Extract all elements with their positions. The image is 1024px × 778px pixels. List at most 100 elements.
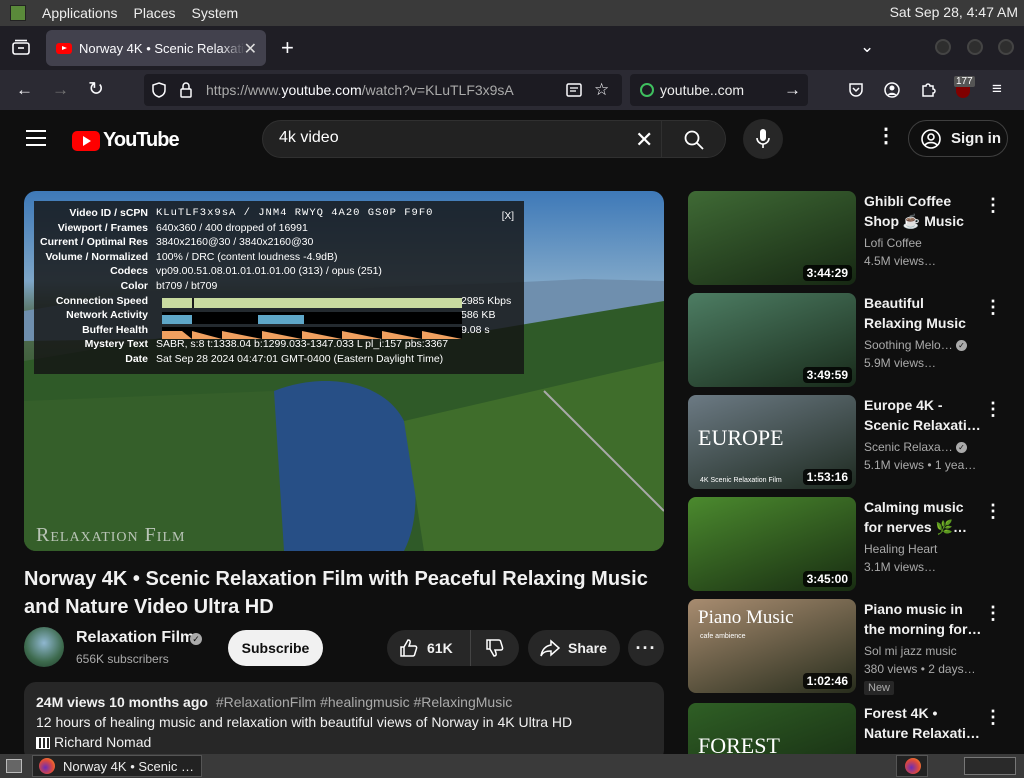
window-close-button[interactable] <box>998 39 1014 55</box>
rec-more-kebab-icon[interactable]: ⋮ <box>984 707 1002 728</box>
pocket-icon[interactable] <box>848 82 864 98</box>
rec-card[interactable]: FOREST Forest 4K • Nature Relaxati… ⋮ <box>688 703 1018 754</box>
verified-check-icon: ✓ <box>190 633 202 645</box>
stats-for-nerds-panel: Video ID / sCPN KLuTLF3x9sA / JNM4 RWYQ 4… <box>34 201 524 374</box>
rec-title[interactable]: Beautiful Relaxing Music … <box>864 293 982 335</box>
tab-close-icon[interactable]: ✕ <box>244 39 257 59</box>
stats-close-button[interactable]: [X] <box>502 211 514 222</box>
os-menu-applications[interactable]: Applications <box>42 5 118 21</box>
browser-tab-active[interactable]: Norway 4K • Scenic Relaxation Film ✕ <box>46 30 266 66</box>
description-hashtags[interactable]: #RelaxationFilm #healingmusic #RelaxingM… <box>216 694 512 710</box>
os-menu-places[interactable]: Places <box>134 5 176 21</box>
yt-search-button[interactable] <box>661 121 725 157</box>
user-circle-icon <box>921 129 941 149</box>
bookmark-star-icon[interactable]: ☆ <box>594 81 609 98</box>
like-button[interactable]: 61K <box>387 630 471 666</box>
rec-card[interactable]: EUROPE 4K Scenic Relaxation Film 1:53:16 Eu… <box>688 395 1018 489</box>
channel-name[interactable]: Relaxation Film <box>76 629 194 647</box>
tray-workspace-switcher[interactable] <box>964 757 1016 775</box>
tab-overview-icon[interactable] <box>12 39 30 55</box>
list-all-tabs-icon[interactable]: ⌄ <box>860 38 874 55</box>
yt-logo-text: YouTube <box>103 129 180 151</box>
rec-duration: 1:53:16 <box>802 469 852 485</box>
share-label: Share <box>568 640 607 656</box>
account-icon[interactable] <box>884 82 900 98</box>
rec-card[interactable]: 3:49:59Beautiful Relaxing Music …Soothin… <box>688 293 1018 387</box>
rec-thumbnail[interactable]: FOREST <box>688 703 856 754</box>
rec-thumbnail[interactable]: EUROPE 4K Scenic Relaxation Film 1:53:16 <box>688 395 856 489</box>
rec-card[interactable]: 3:45:00 Calming music for nerves 🌿… Healin… <box>688 497 1018 591</box>
rec-channel[interactable]: Sol mi jazz music <box>864 644 982 658</box>
channel-avatar[interactable] <box>24 627 64 667</box>
rec-more-kebab-icon[interactable]: ⋮ <box>984 399 1002 420</box>
back-arrow-icon[interactable]: ← <box>16 81 33 98</box>
rec-meta: 380 views • 2 days… <box>864 662 976 676</box>
yt-search-bar[interactable]: ✕ <box>262 120 726 158</box>
url-path: /watch?v=KLuTLF3x9sA <box>361 82 514 98</box>
thumbs-up-icon <box>400 639 418 657</box>
window-minimize-button[interactable] <box>935 39 951 55</box>
share-button[interactable]: Share <box>528 630 620 666</box>
video-description[interactable]: 24M views 10 months ago #RelaxationFilm … <box>24 682 664 754</box>
yt-sign-in-button[interactable]: Sign in <box>908 120 1008 157</box>
rec-title[interactable]: Forest 4K • Nature Relaxati… <box>864 703 982 745</box>
rec-thumbnail[interactable]: 3:45:00 <box>688 497 856 591</box>
rec-card[interactable]: 3:44:29 Ghibli Coffee Shop ☕ Music t… Lofi… <box>688 191 1018 285</box>
reader-view-icon[interactable] <box>566 82 582 98</box>
buffer-health-graph <box>162 327 462 339</box>
yt-logo[interactable]: YouTube <box>72 129 180 152</box>
os-launcher-icon[interactable] <box>10 5 26 21</box>
stats-row-value: bt709 / bt709 <box>156 280 218 292</box>
video-player[interactable]: Video ID / sCPN KLuTLF3x9sA / JNM4 RWYQ 4… <box>24 191 664 551</box>
rec-more-kebab-icon[interactable]: ⋮ <box>984 501 1002 522</box>
subscribe-button[interactable]: Subscribe <box>228 630 323 666</box>
stats-row-value: 640x360 / 400 dropped of 16991 <box>156 221 308 234</box>
yt-guide-menu-icon[interactable] <box>26 130 46 146</box>
shield-icon[interactable] <box>152 82 166 98</box>
stats-row: Viewport / Frames 640x360 / 400 dropped o… <box>34 222 308 236</box>
yt-settings-kebab-icon[interactable]: ⋮ <box>876 126 896 146</box>
more-actions-button[interactable]: ··· <box>628 630 664 666</box>
search-go-arrow-icon[interactable]: → <box>784 81 801 98</box>
url-text: https://www.youtube.com/watch?v=KLuTLF3x… <box>206 82 514 98</box>
rec-channel[interactable]: Healing Heart <box>864 542 982 556</box>
search-engine-icon[interactable] <box>640 83 654 97</box>
yt-search-clear-icon[interactable]: ✕ <box>635 127 653 153</box>
rec-card[interactable]: Piano Music cafe ambience 1:02:46 Piano mus… <box>688 599 1018 695</box>
reload-icon[interactable]: ↻ <box>88 80 104 99</box>
browser-tab-bar: Norway 4K • Scenic Relaxation Film ✕ + ⌄ <box>0 26 1024 70</box>
rec-meta: 3.1M views… <box>864 560 937 574</box>
rec-more-kebab-icon[interactable]: ⋮ <box>984 603 1002 624</box>
app-menu-hamburger-icon[interactable]: ≡ <box>992 80 1002 97</box>
rec-thumbnail[interactable]: Piano Music cafe ambience 1:02:46 <box>688 599 856 693</box>
rec-channel[interactable]: Lofi Coffee <box>864 236 982 250</box>
dislike-button[interactable] <box>473 630 519 666</box>
rec-more-kebab-icon[interactable]: ⋮ <box>984 297 1002 318</box>
rec-thumbnail[interactable]: 3:49:59 <box>688 293 856 387</box>
yt-search-input[interactable] <box>279 129 629 147</box>
stats-row-key: Mystery Text <box>84 338 148 351</box>
rec-title[interactable]: Calming music for nerves 🌿… <box>864 497 982 539</box>
rec-thumbnail-subtext: 4K Scenic Relaxation Film <box>700 477 782 484</box>
tray-firefox-icon[interactable] <box>896 755 928 777</box>
rec-title[interactable]: Piano music in the morning for… <box>864 599 982 641</box>
forward-arrow-icon[interactable]: → <box>52 81 69 98</box>
browser-nav-bar: ← → ↻ https://www.youtube.com/watch?v=KL… <box>0 70 1024 110</box>
show-desktop-icon[interactable] <box>6 759 22 773</box>
yt-voice-search-button[interactable] <box>743 119 783 159</box>
rec-thumbnail[interactable]: 3:44:29 <box>688 191 856 285</box>
taskbar-task-button[interactable]: Norway 4K • Scenic … <box>32 755 202 777</box>
rec-more-kebab-icon[interactable]: ⋮ <box>984 195 1002 216</box>
like-count: 61K <box>427 640 453 656</box>
new-tab-icon[interactable]: + <box>281 37 294 59</box>
os-menu-system[interactable]: System <box>192 5 239 21</box>
rec-title[interactable]: Ghibli Coffee Shop ☕ Music t… <box>864 191 982 233</box>
rec-duration: 3:45:00 <box>802 571 852 587</box>
url-bar[interactable]: https://www.youtube.com/watch?v=KLuTLF3x… <box>144 74 622 106</box>
search-box[interactable]: youtube..com → <box>630 74 808 106</box>
os-clock[interactable]: Sat Sep 28, 4:47 AM <box>890 4 1018 20</box>
window-maximize-button[interactable] <box>967 39 983 55</box>
rec-title[interactable]: Europe 4K - Scenic Relaxati… <box>864 395 982 437</box>
extensions-puzzle-icon[interactable] <box>920 81 937 98</box>
lock-icon[interactable] <box>180 82 192 98</box>
